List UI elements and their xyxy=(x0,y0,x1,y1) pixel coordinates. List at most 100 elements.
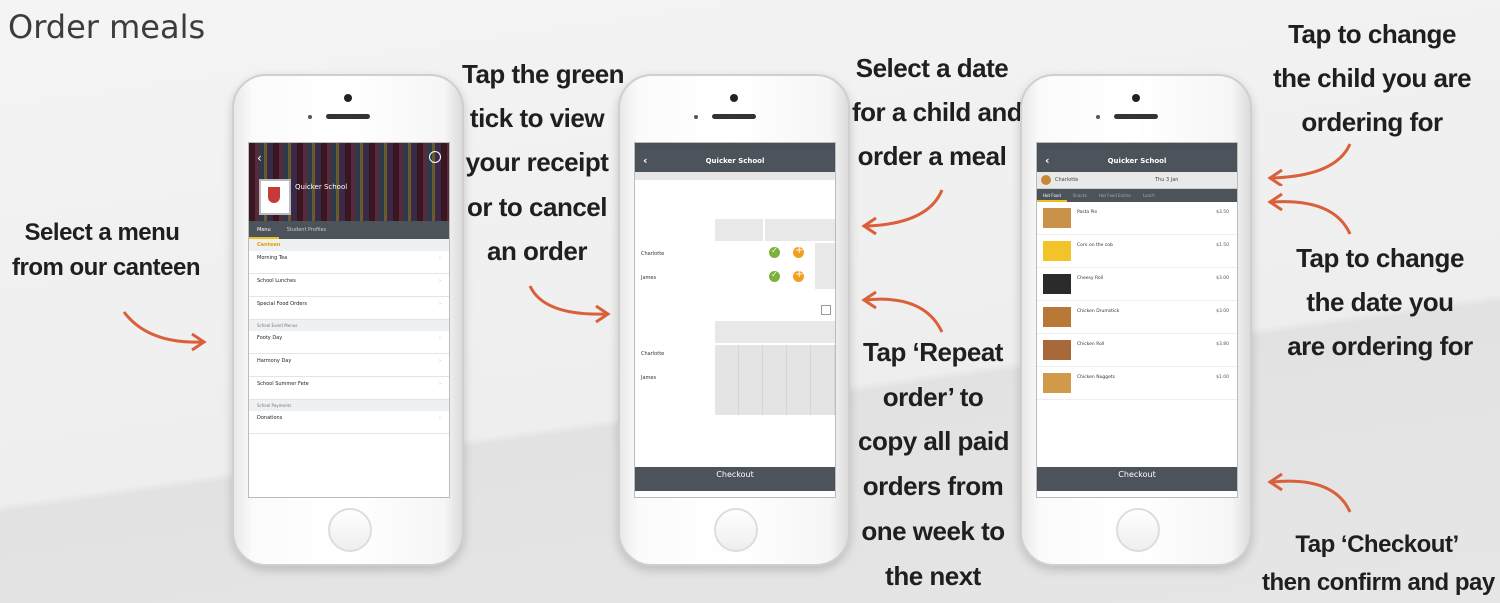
arrow-icon xyxy=(858,288,948,338)
food-item[interactable]: Chicken Drumstick $3.00 xyxy=(1037,301,1237,334)
caption-line: Tap the green xyxy=(462,59,625,89)
app-screen: ‹ Quicker School Charlotte James Charlot… xyxy=(634,142,836,498)
caption-line: for a child and xyxy=(852,97,1023,128)
caption-change-child: Tap to change the child you are ordering… xyxy=(1272,12,1472,145)
back-icon[interactable]: ‹ xyxy=(643,150,648,172)
calendar-header-next-week xyxy=(715,321,835,343)
caption-line: Select a menu xyxy=(24,219,180,246)
caption-line: or to cancel xyxy=(467,191,607,222)
food-image xyxy=(1043,208,1071,228)
tab-snacks[interactable]: Snacks xyxy=(1067,189,1093,202)
add-order-icon[interactable] xyxy=(793,245,804,258)
food-image xyxy=(1043,274,1071,294)
status-bar xyxy=(1037,143,1237,150)
speaker-icon xyxy=(326,114,370,119)
caption-line: the next xyxy=(885,560,981,591)
food-price: $3.00 xyxy=(1216,276,1229,281)
speaker-icon xyxy=(1114,114,1158,119)
child-name: Charlotte xyxy=(1055,177,1079,183)
tab-hot-food-extras[interactable]: Hot Food Extras xyxy=(1093,189,1137,202)
add-order-icon[interactable] xyxy=(793,269,804,282)
menu-item[interactable]: Special Food Orders xyxy=(249,297,449,320)
section-header: School Event Menus xyxy=(249,320,449,331)
arrow-icon xyxy=(1262,140,1358,186)
calendar-header-past xyxy=(715,219,763,241)
checkout-label: Checkout xyxy=(716,470,754,479)
caption-line: Tap to change xyxy=(1288,19,1456,49)
caption-checkout: Tap ‘Checkout’ then confirm and pay xyxy=(1262,526,1495,603)
food-name: Cheesy Roll xyxy=(1077,276,1104,281)
app-screen: ‹ Quicker School Charlotte Thu 3 Jan Hot… xyxy=(1036,142,1238,498)
caption-line: order a meal xyxy=(857,141,1007,172)
info-strip xyxy=(635,172,835,180)
food-name: Chicken Roll xyxy=(1077,342,1105,347)
calendar-header-current xyxy=(765,219,835,241)
date-label: Thu 3 Jan xyxy=(1155,177,1179,183)
info-icon[interactable] xyxy=(429,151,441,163)
food-name: Chicken Nuggets xyxy=(1077,375,1116,380)
caption-line: tick to view xyxy=(469,103,605,134)
food-image xyxy=(1043,373,1071,393)
tab-hot-food[interactable]: Hot Food xyxy=(1037,189,1067,202)
menu-item[interactable]: School Summer Fete xyxy=(249,377,449,400)
caption-line: one week to xyxy=(861,515,1005,546)
menu-item[interactable]: Footy Day xyxy=(249,331,449,354)
food-image xyxy=(1043,340,1071,360)
green-tick-icon[interactable] xyxy=(769,270,780,282)
back-icon[interactable]: ‹ xyxy=(257,151,262,165)
caption-line: from our canteen xyxy=(12,253,201,281)
caption-line: then confirm and pay xyxy=(1262,569,1495,597)
food-item[interactable]: Corn on the cob $1.50 xyxy=(1037,235,1237,268)
nav-bar: ‹ Quicker School xyxy=(1037,150,1237,172)
caption-select-menu: Select a menu from our canteen xyxy=(12,216,201,286)
green-tick-icon[interactable] xyxy=(769,246,780,258)
school-crest-icon xyxy=(259,179,291,215)
arrow-icon xyxy=(524,282,614,326)
phone-calendar-screen: ‹ Quicker School Charlotte James Charlot… xyxy=(618,74,850,566)
school-banner: ‹ Quicker School xyxy=(249,143,449,221)
repeat-order-checkbox[interactable] xyxy=(821,305,831,315)
food-name: Chicken Drumstick xyxy=(1077,309,1120,314)
page-title: Order meals xyxy=(8,8,206,46)
phone-food-screen: ‹ Quicker School Charlotte Thu 3 Jan Hot… xyxy=(1020,74,1252,566)
home-button[interactable] xyxy=(328,508,372,552)
section-title: Canteen xyxy=(257,242,281,248)
food-item[interactable]: Chicken Roll $3.80 xyxy=(1037,334,1237,367)
arrow-icon xyxy=(858,186,948,236)
checkout-label: Checkout xyxy=(1118,470,1156,479)
food-image xyxy=(1043,307,1071,327)
menu-item[interactable]: Harmony Day xyxy=(249,354,449,377)
selector-bar: Charlotte Thu 3 Jan xyxy=(1037,172,1237,189)
back-icon[interactable]: ‹ xyxy=(1045,150,1050,172)
caption-line: the date you xyxy=(1306,287,1454,318)
checkout-button[interactable]: Checkout xyxy=(635,467,835,491)
food-item[interactable]: Cheesy Roll $3.00 xyxy=(1037,268,1237,301)
caption-line: orders from xyxy=(862,471,1004,502)
food-price: $3.50 xyxy=(1216,210,1229,215)
date-selector[interactable]: Thu 3 Jan xyxy=(1137,172,1237,188)
tab-student-profiles[interactable]: Student Profiles xyxy=(279,221,334,239)
food-item[interactable]: Pasta Pie $3.50 xyxy=(1037,202,1237,235)
menu-item[interactable]: School Lunches xyxy=(249,274,449,297)
caption-line: Tap ‘Checkout’ xyxy=(1295,531,1459,558)
camera-icon xyxy=(730,94,738,102)
home-button[interactable] xyxy=(714,508,758,552)
speaker-icon xyxy=(712,114,756,119)
food-item[interactable]: Chicken Nuggets $1.00 xyxy=(1037,367,1237,400)
tab-lunch[interactable]: Lunch xyxy=(1137,189,1161,202)
caption-line: are ordering for xyxy=(1287,331,1473,362)
camera-icon xyxy=(344,94,352,102)
caption-green-tick: Tap the green tick to view your receipt … xyxy=(462,52,625,273)
nav-title: Quicker School xyxy=(705,157,765,165)
sensor-icon xyxy=(694,115,698,119)
checkout-button[interactable]: Checkout xyxy=(1037,467,1237,491)
tab-menu[interactable]: Menu xyxy=(249,221,279,239)
menu-item[interactable]: Donations xyxy=(249,411,449,434)
home-button[interactable] xyxy=(1116,508,1160,552)
section-header: School Payments xyxy=(249,400,449,411)
arrow-icon xyxy=(1262,470,1358,516)
menu-item[interactable]: Morning Tea xyxy=(249,251,449,274)
child-name: Charlotte xyxy=(641,351,665,357)
tab-bar: Menu Student Profiles xyxy=(249,221,449,239)
child-selector[interactable]: Charlotte xyxy=(1037,172,1137,188)
